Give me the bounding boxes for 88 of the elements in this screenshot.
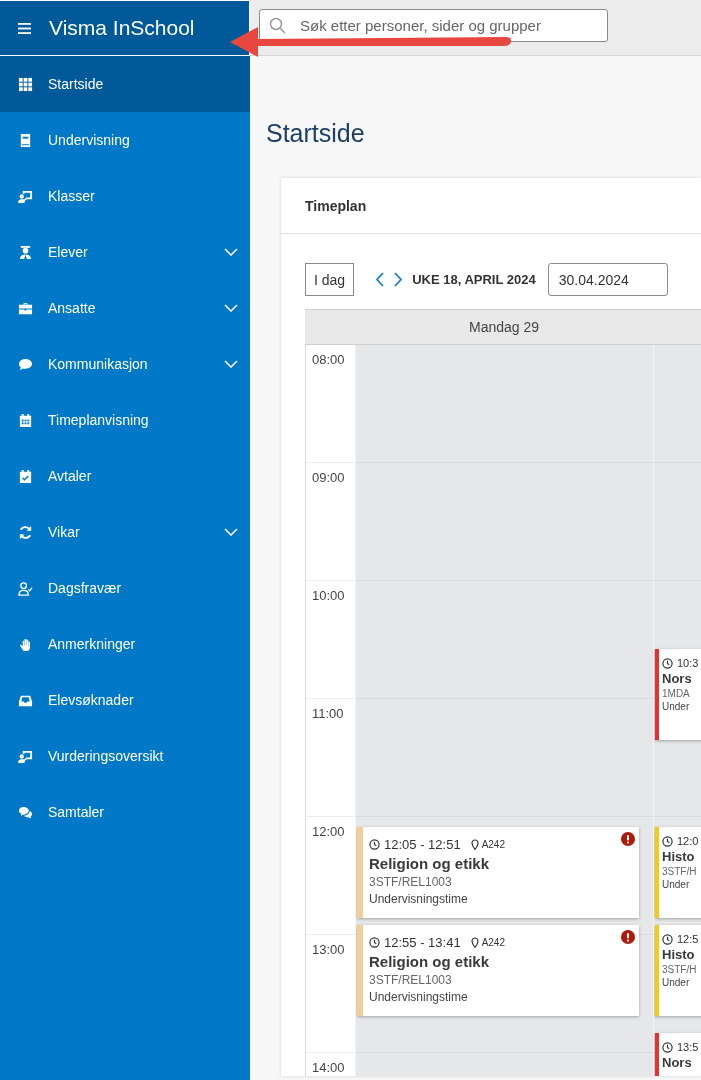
lesson-type: Under [662, 977, 691, 988]
chat-icon [18, 804, 33, 820]
sidebar-item[interactable]: Undervisning [0, 112, 250, 168]
presentation-icon [18, 748, 33, 764]
refresh-icon [18, 524, 33, 540]
lesson-card[interactable]: 12:05 - 12:51 A242 Religion og etikk 3STF/REL1003 Undervisningstime [357, 827, 639, 918]
sidebar-item[interactable]: Samtaler [0, 784, 250, 840]
sidebar-item[interactable]: Ansatte [0, 280, 250, 336]
lesson-card[interactable]: 12:5 Histo 3STF/H Under [655, 925, 701, 1016]
lesson-card[interactable]: 13:5 Nors [655, 1033, 701, 1076]
lesson-title: Histo [662, 849, 696, 864]
lesson-title: Religion og etikk [369, 953, 490, 970]
hour-label: 08:00 [312, 352, 345, 367]
hour-label: 10:00 [312, 588, 345, 603]
location-pin-icon [470, 937, 479, 948]
lesson-time: 12:05 - 12:51 [384, 837, 461, 852]
clock-icon [369, 937, 380, 948]
lesson-time: 12:55 - 13:41 [384, 935, 461, 950]
search-icon [269, 17, 286, 34]
chevron-down-icon [224, 248, 238, 256]
clock-icon [662, 657, 673, 669]
lesson-card[interactable]: 12:55 - 13:41 A242 Religion og etikk 3STF/REL1003 Undervisningstime [357, 925, 639, 1016]
lesson-type: Under [662, 879, 691, 890]
sidebar-item[interactable]: Timeplanvisning [0, 392, 250, 448]
hour-label: 11:00 [312, 706, 344, 721]
clock-icon [369, 839, 380, 850]
lesson-title: Nors [662, 1055, 693, 1070]
page-title: Startside [266, 118, 366, 148]
lesson-type: Undervisningstime [369, 990, 469, 1004]
hour-label: 09:00 [312, 470, 345, 485]
lesson-code: 3STF/H [662, 866, 698, 877]
lesson-time: 12:0 [677, 835, 699, 847]
calendar-check-icon [18, 468, 33, 484]
user-check-icon [18, 580, 33, 596]
chevron-left-icon [375, 272, 385, 287]
lesson-card[interactable]: 10:3 Nors 1MDA Under [655, 649, 701, 740]
hour-label: 14:00 [312, 1060, 345, 1075]
clock-icon [662, 1041, 673, 1053]
lesson-room: A242 [481, 937, 505, 948]
hour-label: 13:00 [312, 942, 345, 957]
student-icon [18, 244, 33, 260]
lesson-title: Nors [662, 671, 693, 686]
sidebar-item[interactable]: Anmerkninger [0, 616, 250, 672]
chevron-down-icon [224, 528, 238, 536]
sidebar-item[interactable]: Elever [0, 224, 250, 280]
sidebar-item[interactable]: Vikar [0, 504, 250, 560]
menu-icon[interactable] [18, 22, 31, 34]
lesson-card[interactable]: 12:0 Histo 3STF/H Under [655, 827, 701, 918]
lesson-title: Histo [662, 947, 696, 962]
clock-icon [662, 933, 673, 945]
day-header: Mandag 29 [355, 310, 653, 345]
speech-bubble-icon [18, 356, 33, 372]
grid-icon [18, 76, 33, 92]
lesson-room: A242 [481, 839, 505, 850]
sidebar-item[interactable]: Vurderingsoversikt [0, 728, 250, 784]
sidebar-item[interactable]: Avtaler [0, 448, 250, 504]
lesson-code: 3STF/REL1003 [369, 875, 453, 889]
hand-icon [18, 636, 33, 652]
lesson-code: 3STF/REL1003 [369, 973, 453, 987]
card-title: Timeplan [305, 197, 367, 214]
lesson-type: Under [662, 701, 691, 712]
book-icon [18, 132, 33, 148]
lesson-time: 13:5 [677, 1041, 699, 1053]
today-button[interactable]: I dag [305, 263, 355, 296]
lesson-code: 3STF/H [662, 964, 698, 975]
lesson-code: 1MDA [662, 688, 691, 699]
week-label: UKE 18, APRIL 2024 [412, 272, 536, 287]
app-title: Visma InSchool [49, 16, 195, 40]
chevron-right-icon [394, 272, 404, 287]
lesson-time: 12:5 [677, 933, 699, 945]
chevron-down-icon [224, 304, 238, 312]
sidebar-item[interactable]: Dagsfravær [0, 560, 250, 616]
calendar-icon [18, 412, 33, 428]
location-pin-icon [470, 839, 479, 850]
hour-label: 12:00 [312, 824, 345, 839]
presentation-icon [18, 188, 33, 204]
sidebar-item[interactable]: Startside [0, 56, 250, 112]
date-field[interactable]: 30.04.2024 [547, 263, 668, 296]
chevron-down-icon [224, 360, 238, 368]
lesson-time: 10:3 [677, 657, 699, 669]
lesson-title: Religion og etikk [369, 855, 490, 872]
sidebar-item[interactable]: Klasser [0, 168, 250, 224]
lesson-type: Undervisningstime [369, 892, 469, 906]
clock-icon [662, 835, 673, 847]
briefcase-icon [18, 300, 33, 316]
sidebar-item[interactable]: Kommunikasjon [0, 336, 250, 392]
sidebar-item[interactable]: Elevsøknader [0, 672, 250, 728]
search-field[interactable]: Søk etter personer, sider og grupper [259, 9, 608, 42]
